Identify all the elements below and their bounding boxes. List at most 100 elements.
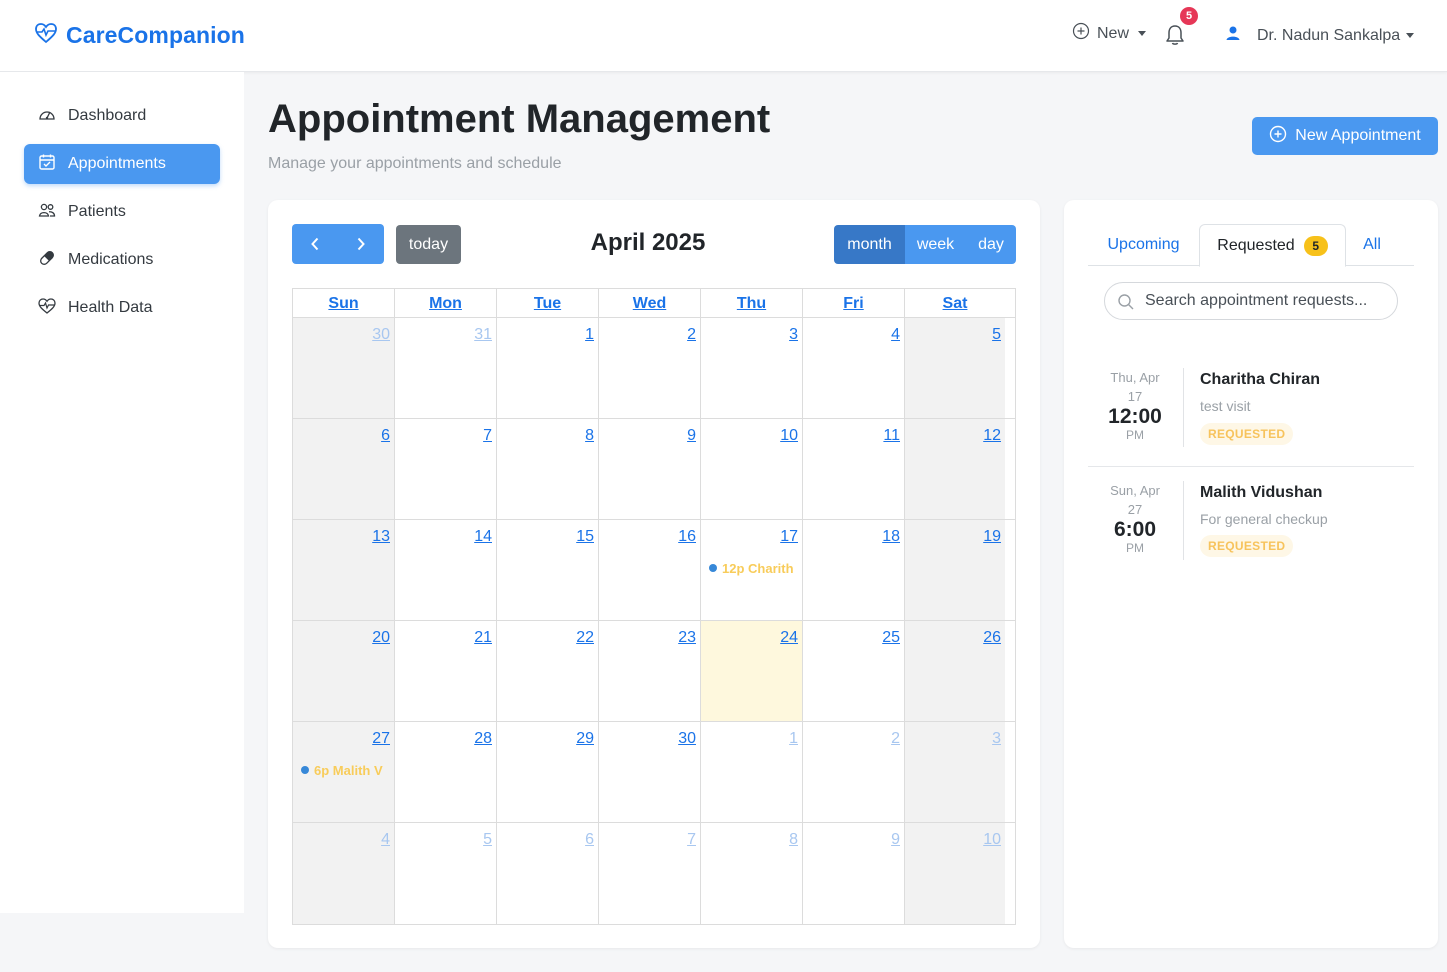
day-cell[interactable]: 26 (905, 621, 1005, 721)
day-number[interactable]: 1 (789, 730, 798, 748)
day-number[interactable]: 14 (474, 528, 492, 546)
sidebar-item-medications[interactable]: Medications (24, 240, 220, 280)
day-cell[interactable]: 29 (497, 722, 599, 822)
weekday-fri[interactable]: Fri (803, 289, 905, 317)
day-cell[interactable]: 7 (395, 419, 497, 519)
day-cell[interactable]: 31 (395, 318, 497, 418)
day-number[interactable]: 30 (678, 730, 696, 748)
day-cell[interactable]: 2 (599, 318, 701, 418)
day-cell[interactable]: 12 (905, 419, 1005, 519)
day-number[interactable]: 9 (687, 427, 696, 445)
day-cell[interactable]: 10 (701, 419, 803, 519)
day-cell[interactable]: 8 (701, 823, 803, 924)
day-number[interactable]: 30 (372, 326, 390, 344)
day-cell[interactable]: 16 (599, 520, 701, 620)
bell-icon[interactable] (1164, 23, 1186, 52)
day-number[interactable]: 7 (687, 831, 696, 849)
request-item[interactable]: Thu, Apr 17 12:00 PM Charitha Chiran tes… (1088, 354, 1414, 467)
day-number[interactable]: 15 (576, 528, 594, 546)
day-cell[interactable]: 6 (497, 823, 599, 924)
day-number[interactable]: 2 (687, 326, 696, 344)
day-cell[interactable]: 2 (803, 722, 905, 822)
day-number[interactable]: 6 (381, 427, 390, 445)
day-number[interactable]: 7 (483, 427, 492, 445)
day-cell[interactable]: 21 (395, 621, 497, 721)
day-cell[interactable]: 3 (905, 722, 1005, 822)
day-cell[interactable]: 6 (293, 419, 395, 519)
day-number[interactable]: 16 (678, 528, 696, 546)
search-input[interactable] (1145, 283, 1393, 319)
day-cell[interactable]: 22 (497, 621, 599, 721)
day-cell[interactable]: 13 (293, 520, 395, 620)
day-number[interactable]: 6 (585, 831, 594, 849)
tab-requested[interactable]: Requested 5 (1199, 224, 1346, 267)
weekday-sun[interactable]: Sun (293, 289, 395, 317)
day-number[interactable]: 10 (983, 831, 1001, 849)
tab-upcoming[interactable]: Upcoming (1088, 224, 1199, 266)
day-number[interactable]: 19 (983, 528, 1001, 546)
day-cell[interactable]: 5 (905, 318, 1005, 418)
day-cell[interactable]: 8 (497, 419, 599, 519)
day-number[interactable]: 2 (891, 730, 900, 748)
day-number[interactable]: 11 (883, 427, 900, 445)
day-cell-today[interactable]: 24 (701, 621, 803, 721)
day-cell[interactable]: 28 (395, 722, 497, 822)
weekday-tue[interactable]: Tue (497, 289, 599, 317)
tab-all[interactable]: All (1346, 224, 1398, 266)
weekday-sat[interactable]: Sat (905, 289, 1005, 317)
day-cell[interactable]: 17 12p Charith (701, 520, 803, 620)
day-cell[interactable]: 1 (497, 318, 599, 418)
weekday-mon[interactable]: Mon (395, 289, 497, 317)
day-number[interactable]: 26 (983, 629, 1001, 647)
day-cell[interactable]: 5 (395, 823, 497, 924)
view-day-button[interactable]: day (966, 225, 1016, 264)
day-cell[interactable]: 1 (701, 722, 803, 822)
day-number[interactable]: 10 (780, 427, 798, 445)
day-number[interactable]: 17 (780, 528, 798, 546)
day-cell[interactable]: 19 (905, 520, 1005, 620)
day-number[interactable]: 28 (474, 730, 492, 748)
weekday-thu[interactable]: Thu (701, 289, 803, 317)
day-cell[interactable]: 7 (599, 823, 701, 924)
day-cell[interactable]: 18 (803, 520, 905, 620)
user-menu[interactable]: Dr. Nadun Sankalpa (1225, 25, 1415, 46)
day-cell[interactable]: 25 (803, 621, 905, 721)
day-number[interactable]: 8 (585, 427, 594, 445)
day-number[interactable]: 13 (372, 528, 390, 546)
weekday-wed[interactable]: Wed (599, 289, 701, 317)
day-number[interactable]: 9 (891, 831, 900, 849)
day-number[interactable]: 27 (372, 730, 390, 748)
day-number[interactable]: 4 (381, 831, 390, 849)
day-cell[interactable]: 15 (497, 520, 599, 620)
day-number[interactable]: 8 (789, 831, 798, 849)
day-number[interactable]: 23 (678, 629, 696, 647)
day-number[interactable]: 4 (891, 326, 900, 344)
day-number[interactable]: 22 (576, 629, 594, 647)
day-number[interactable]: 12 (983, 427, 1001, 445)
day-number[interactable]: 29 (576, 730, 594, 748)
day-cell[interactable]: 23 (599, 621, 701, 721)
day-cell[interactable]: 30 (599, 722, 701, 822)
calendar-event[interactable]: 12p Charith (709, 558, 797, 578)
day-number[interactable]: 5 (483, 831, 492, 849)
sidebar-item-health-data[interactable]: Health Data (24, 288, 220, 328)
day-cell[interactable]: 4 (293, 823, 395, 924)
day-cell[interactable]: 9 (803, 823, 905, 924)
day-number[interactable]: 21 (474, 629, 492, 647)
day-cell[interactable]: 30 (293, 318, 395, 418)
request-item[interactable]: Sun, Apr 27 6:00 PM Malith Vidushan For … (1088, 467, 1414, 580)
day-cell[interactable]: 11 (803, 419, 905, 519)
view-month-button[interactable]: month (834, 225, 905, 264)
day-cell[interactable]: 20 (293, 621, 395, 721)
sidebar-item-patients[interactable]: Patients (24, 192, 220, 232)
day-number[interactable]: 18 (882, 528, 900, 546)
day-cell[interactable]: 10 (905, 823, 1005, 924)
calendar-event[interactable]: 6p Malith V (301, 760, 389, 780)
day-number[interactable]: 5 (992, 326, 1001, 344)
day-number[interactable]: 20 (372, 629, 390, 647)
day-number[interactable]: 31 (474, 326, 492, 344)
day-cell[interactable]: 14 (395, 520, 497, 620)
day-cell[interactable]: 9 (599, 419, 701, 519)
day-number[interactable]: 25 (882, 629, 900, 647)
day-number[interactable]: 24 (780, 629, 798, 647)
